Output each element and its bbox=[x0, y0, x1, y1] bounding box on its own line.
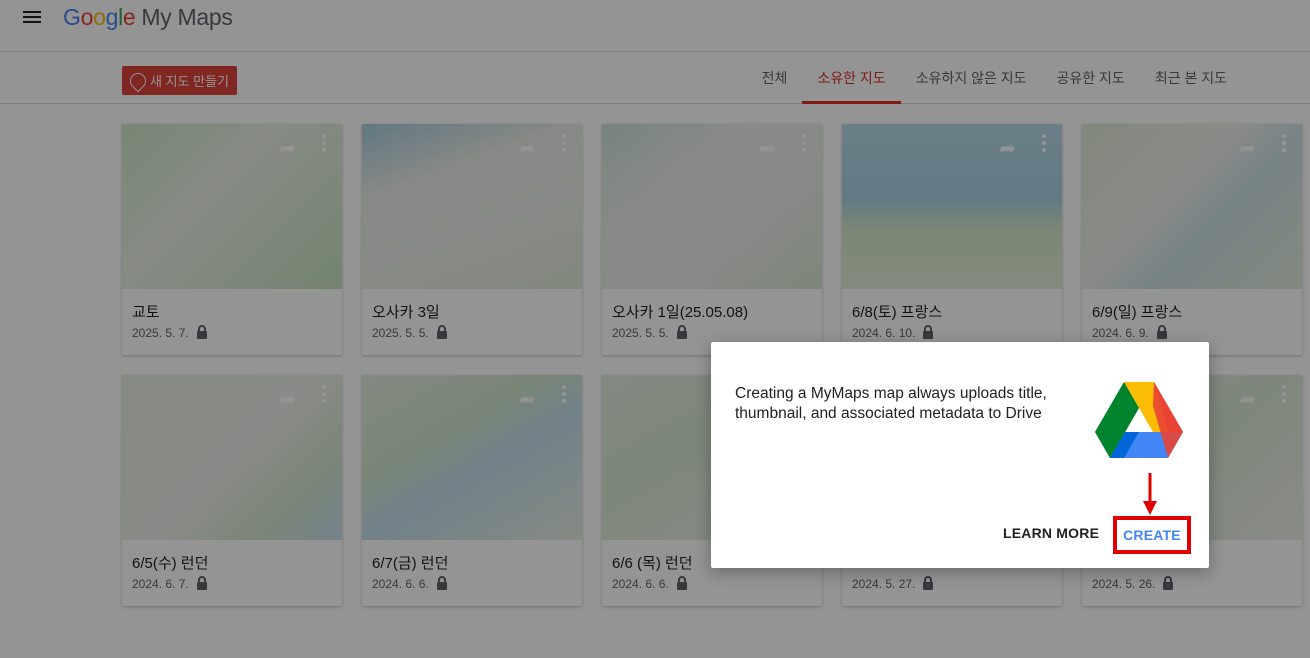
create-button-label: CREATE bbox=[1123, 527, 1181, 543]
learn-more-button[interactable]: LEARN MORE bbox=[1003, 525, 1099, 541]
create-map-dialog: Creating a MyMaps map always uploads tit… bbox=[711, 342, 1209, 568]
dialog-message: Creating a MyMaps map always uploads tit… bbox=[735, 385, 1047, 422]
arrow-down-icon bbox=[1143, 473, 1157, 515]
google-drive-icon bbox=[1095, 382, 1183, 458]
create-button[interactable]: CREATE bbox=[1113, 516, 1191, 554]
